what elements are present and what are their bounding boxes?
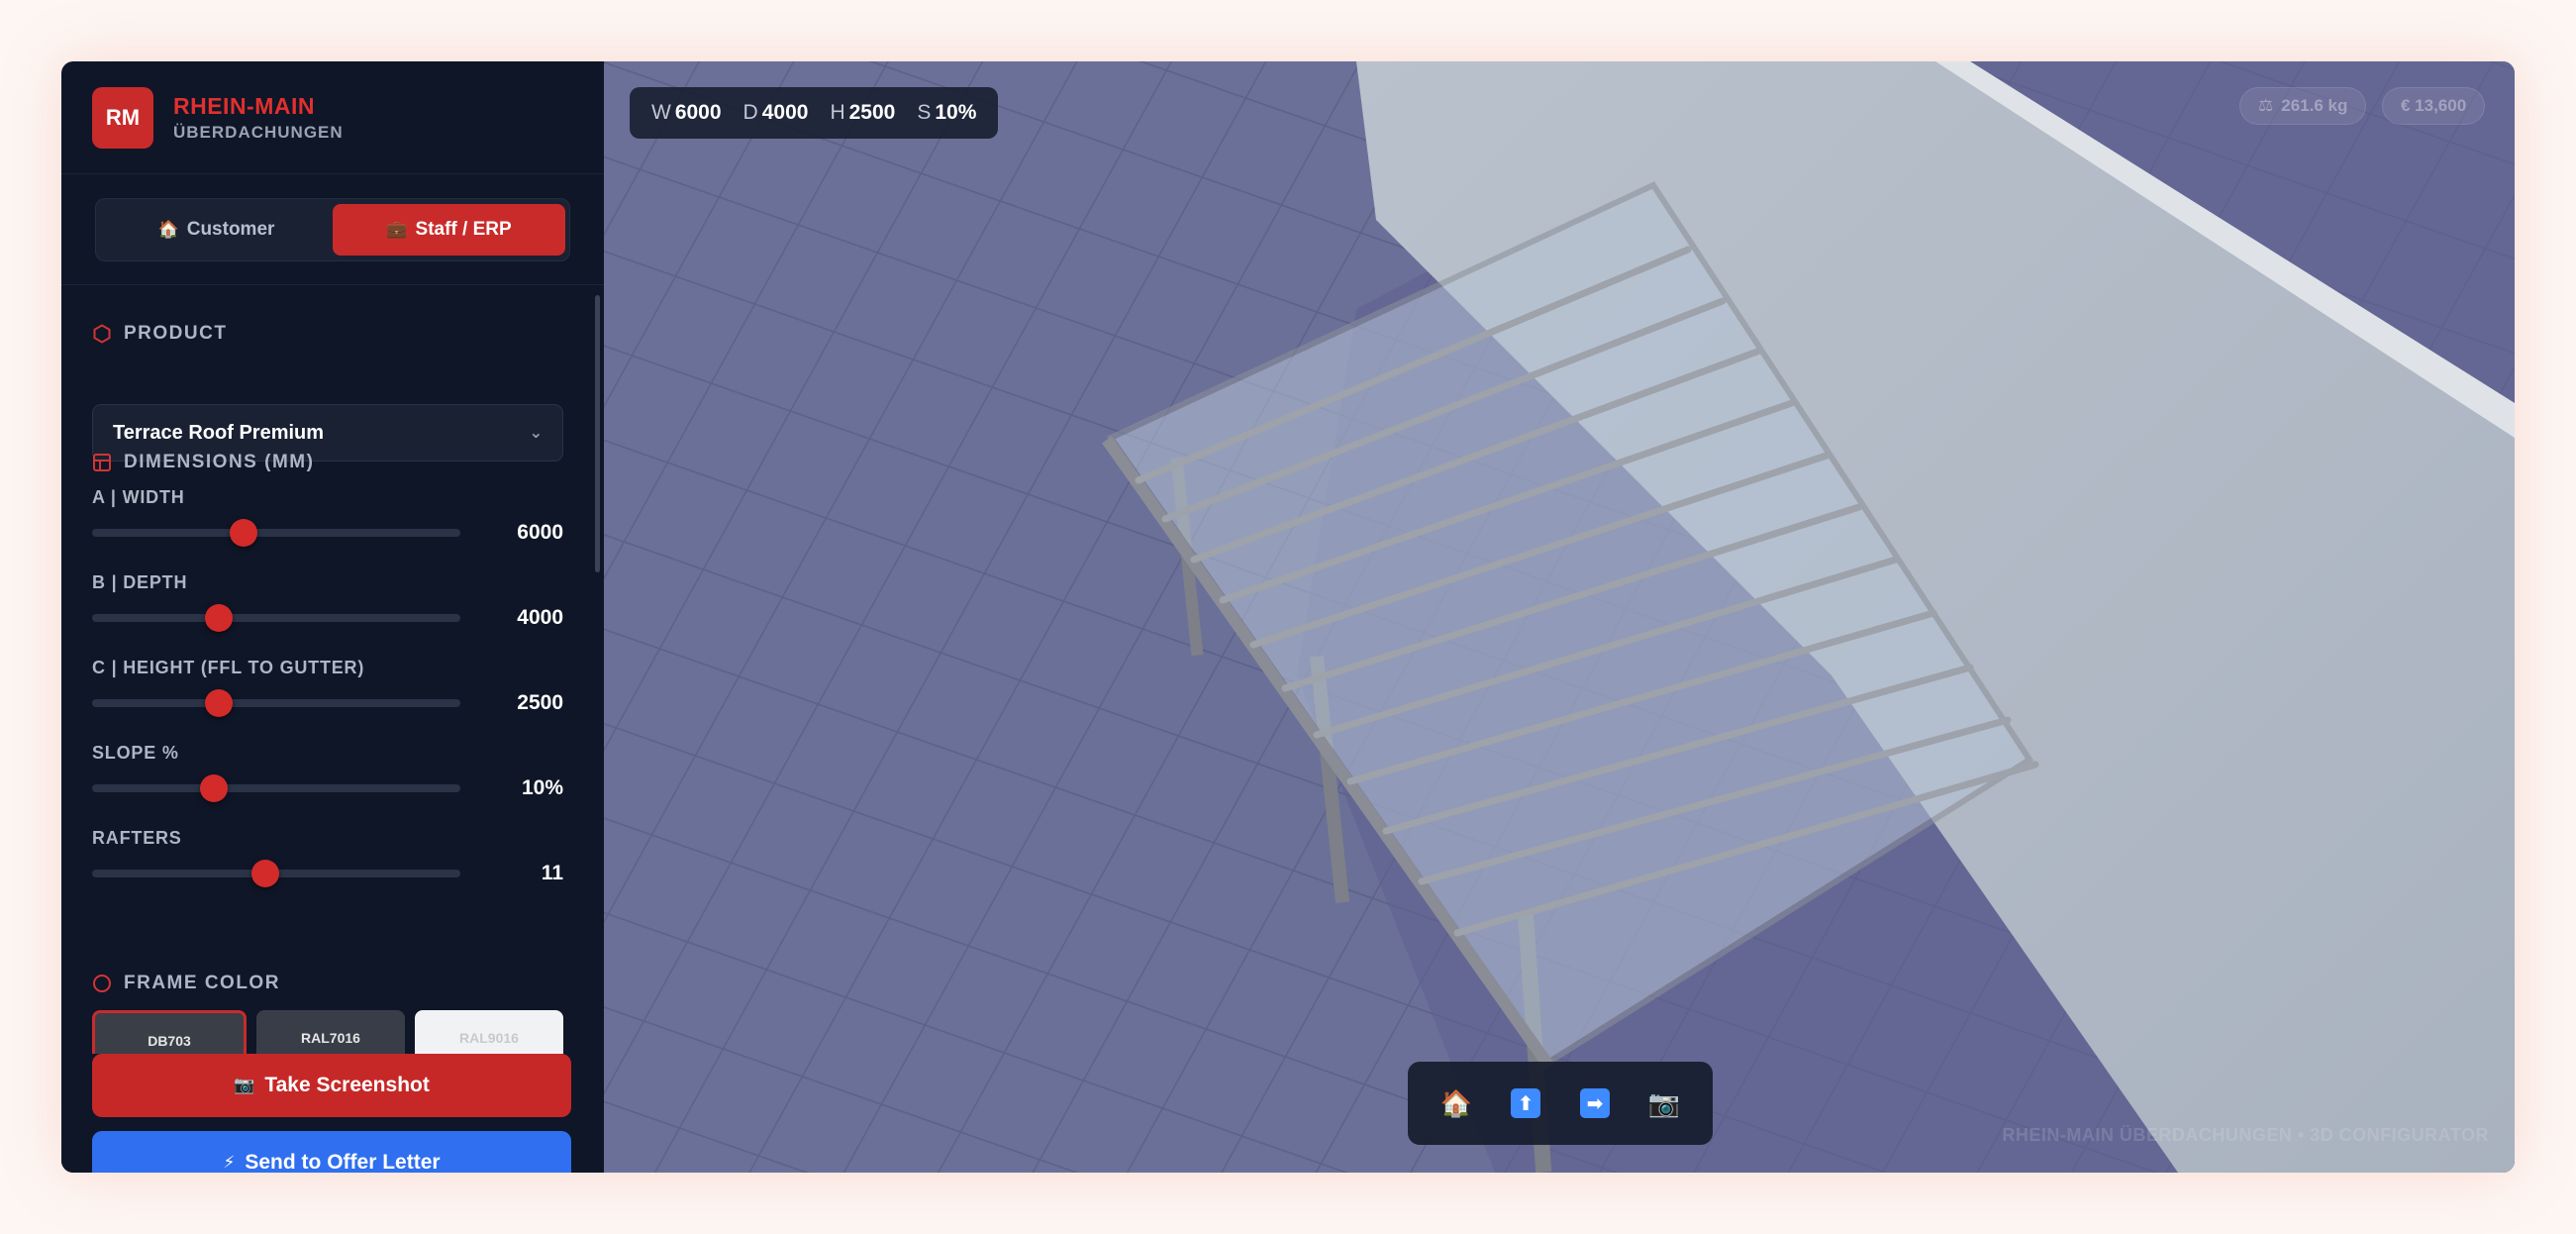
hexagon-icon — [92, 324, 112, 344]
product-select-value: Terrace Roof Premium — [113, 421, 325, 444]
camera-icon: 📷 — [234, 1076, 255, 1094]
arrow-up-icon: ⬆ — [1511, 1088, 1540, 1118]
circle-icon — [92, 974, 112, 993]
slope-readout: S 10% — [917, 101, 977, 124]
chevron-down-icon: ⌄ — [529, 425, 543, 442]
height-readout: H 2500 — [830, 101, 896, 124]
dimension-slider: C | HEIGHT (FFL TO GUTTER) 2500 — [92, 658, 563, 717]
settings-scrollbar[interactable] — [595, 295, 600, 572]
mode-toggle: 🏠 Customer 💼 Staff / ERP — [95, 197, 570, 261]
slider-thumb[interactable] — [229, 519, 257, 547]
take-screenshot-button[interactable]: 📷 Take Screenshot — [92, 1054, 571, 1117]
camera-icon: 📷 — [1647, 1087, 1681, 1118]
send-to-offer-label: Send to Offer Letter — [245, 1151, 441, 1173]
dimensions-readout: W 6000 D 4000 H 2500 S 10% — [630, 87, 999, 139]
slider-thumb[interactable] — [205, 689, 234, 717]
brand-title: RHEIN-MAIN — [173, 92, 315, 119]
price-badge: € 13,600 — [2382, 87, 2486, 125]
slider-track[interactable] — [92, 519, 460, 547]
3d-viewport[interactable]: W 6000 D 4000 H 2500 S 10% ⚖ 261.6 kg € 13,6… — [604, 61, 2515, 1173]
slider-label: B | DEPTH — [92, 572, 188, 592]
house-icon: 🏠 — [1439, 1087, 1473, 1118]
action-buttons: 📷 Take Screenshot ⚡ Send to Offer Letter — [61, 1054, 604, 1173]
slider-thumb[interactable] — [199, 774, 228, 802]
color-option-ral9016[interactable]: RAL9016 — [415, 1010, 563, 1054]
frame-color-options: DB703 RAL7016 RAL9016 — [92, 1010, 563, 1054]
slider-label: A | WIDTH — [92, 487, 185, 507]
dimension-slider: A | WIDTH 6000 — [92, 487, 563, 547]
house-icon: 🏠 — [157, 219, 179, 239]
slider-track[interactable] — [92, 774, 460, 802]
slider-value: 4000 — [517, 606, 563, 629]
side-view-button[interactable]: ➡ — [1569, 1078, 1621, 1129]
slider-label: C | HEIGHT (FFL TO GUTTER) — [92, 658, 365, 677]
slider-track[interactable] — [92, 604, 460, 632]
slider-value: 11 — [541, 862, 563, 884]
dimensions-heading: DIMENSIONS (MM) — [92, 452, 314, 473]
camera-view-button[interactable]: 📷 — [1638, 1078, 1690, 1129]
frame-color-heading: FRAME COLOR — [92, 973, 280, 994]
layout-grid-icon — [92, 453, 112, 472]
staff-mode-label: Staff / ERP — [415, 218, 512, 240]
lightning-icon: ⚡ — [223, 1153, 236, 1172]
customer-mode-label: Customer — [186, 218, 275, 240]
weight-badge: ⚖ 261.6 kg — [2239, 87, 2367, 125]
slider-label: RAFTERS — [92, 828, 182, 848]
configurator-app: RM RHEIN-MAIN ÜBERDACHUNGEN 🏠 Customer 💼… — [61, 61, 2515, 1173]
settings-panel[interactable]: PRODUCT Terrace Roof Premium ⌄ DIMENSION… — [61, 287, 604, 1054]
watermark: RHEIN-MAIN ÜBERDACHUNGEN • 3D CONFIGURAT… — [2002, 1125, 2489, 1145]
slider-track[interactable] — [92, 860, 460, 887]
scene-render — [604, 61, 2515, 1173]
sidebar: RM RHEIN-MAIN ÜBERDACHUNGEN 🏠 Customer 💼… — [61, 61, 604, 1173]
brand-subtitle: ÜBERDACHUNGEN — [173, 122, 344, 142]
dimension-slider: RAFTERS 11 — [92, 828, 563, 887]
slider-value: 2500 — [517, 691, 563, 714]
customer-mode-button[interactable]: 🏠 Customer — [100, 204, 333, 256]
color-option-ral7016[interactable]: RAL7016 — [256, 1010, 405, 1054]
product-heading: PRODUCT — [92, 323, 227, 345]
slider-thumb[interactable] — [250, 860, 279, 887]
take-screenshot-label: Take Screenshot — [264, 1074, 430, 1096]
brand-header: RM RHEIN-MAIN ÜBERDACHUNGEN — [61, 61, 604, 174]
depth-readout: D 4000 — [743, 101, 809, 124]
staff-mode-button[interactable]: 💼 Staff / ERP — [333, 203, 565, 256]
brand-logo: RM — [92, 86, 153, 149]
slider-value: 10% — [521, 776, 563, 799]
slider-thumb[interactable] — [205, 604, 234, 632]
scale-icon: ⚖ — [2258, 96, 2274, 115]
slider-label: SLOPE % — [92, 743, 179, 763]
dimension-slider: SLOPE % 10% — [92, 743, 563, 802]
dimension-slider: B | DEPTH 4000 — [92, 572, 563, 632]
briefcase-icon: 💼 — [386, 219, 408, 239]
color-option-db703[interactable]: DB703 — [92, 1010, 247, 1054]
home-view-button[interactable]: 🏠 — [1431, 1078, 1482, 1129]
arrow-right-icon: ➡ — [1580, 1088, 1610, 1118]
slider-track[interactable] — [92, 689, 460, 717]
top-view-button[interactable]: ⬆ — [1500, 1078, 1551, 1129]
slider-value: 6000 — [517, 521, 563, 544]
send-to-offer-button[interactable]: ⚡ Send to Offer Letter — [92, 1131, 571, 1173]
width-readout: W 6000 — [651, 101, 722, 124]
camera-view-bar: 🏠 ⬆ ➡ 📷 — [1408, 1062, 1713, 1145]
